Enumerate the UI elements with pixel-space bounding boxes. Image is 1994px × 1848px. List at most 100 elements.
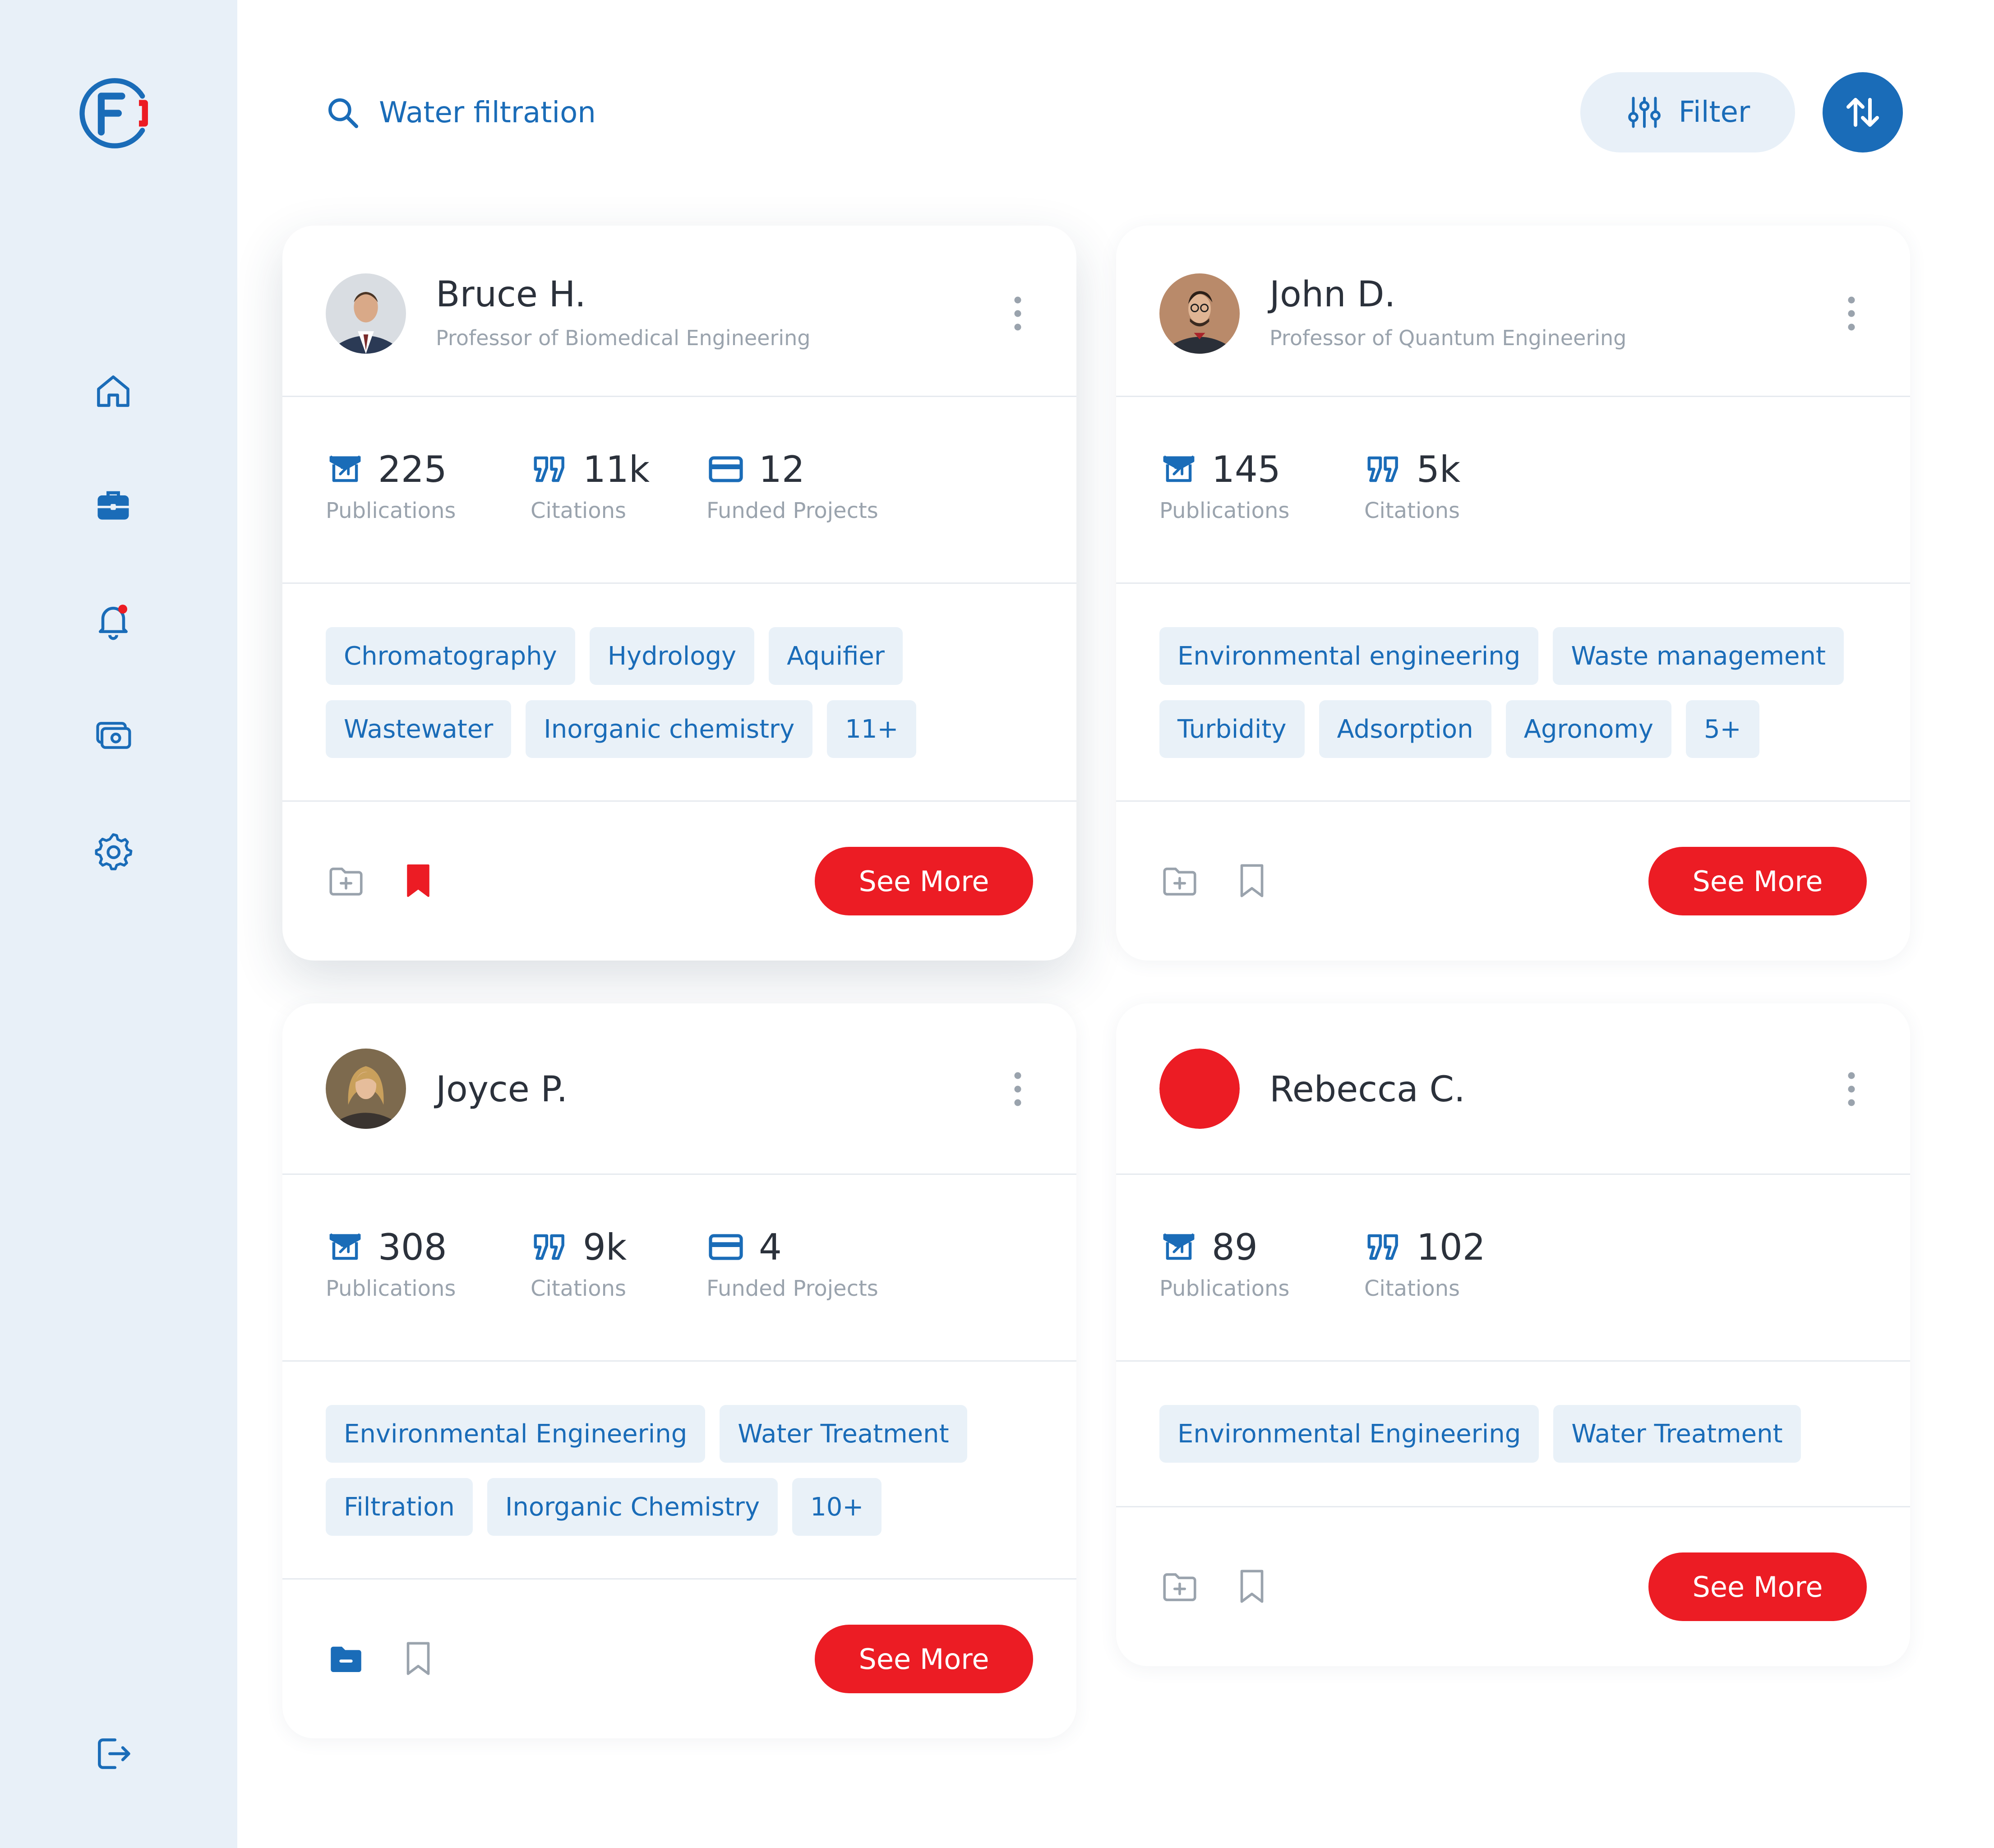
card-footer: See More xyxy=(1116,802,1910,961)
researcher-name: Rebecca C. xyxy=(1269,1069,1465,1110)
stat-label: Funded Projects xyxy=(706,498,878,523)
card-stats: 225 Publications 11k Citations 12 Funded… xyxy=(282,397,1076,584)
stat-label: Citations xyxy=(1364,1276,1460,1301)
nav-notifications[interactable] xyxy=(88,596,138,645)
researcher-card: Joyce P. 308 Publications 9k Citations 4… xyxy=(282,1003,1076,1738)
avatar-placeholder[interactable] xyxy=(1159,1049,1240,1129)
stat-citations: 5k Citations xyxy=(1364,447,1461,524)
stat-value: 12 xyxy=(759,448,805,490)
stat-value: 145 xyxy=(1212,448,1281,490)
tag-more[interactable]: 11+ xyxy=(827,700,917,758)
tag[interactable]: Filtration xyxy=(326,1478,473,1536)
researcher-card: Rebecca C. 89 Publications 102 Citations… xyxy=(1116,1003,1910,1666)
more-options-button[interactable] xyxy=(1842,1069,1860,1109)
stat-label: Publications xyxy=(1159,1276,1290,1301)
nav-home[interactable] xyxy=(88,367,138,416)
tag[interactable]: Environmental Engineering xyxy=(326,1405,706,1463)
see-more-button[interactable]: See More xyxy=(815,847,1033,915)
logout-button[interactable] xyxy=(88,1729,138,1779)
remove-from-folder-button[interactable] xyxy=(326,1638,366,1679)
money-icon xyxy=(96,722,131,749)
kebab-icon xyxy=(1014,1072,1021,1106)
quote-icon xyxy=(534,1234,564,1260)
bookmark-button[interactable] xyxy=(398,1638,438,1679)
tag[interactable]: Aquifier xyxy=(769,627,903,685)
tag[interactable]: Inorganic Chemistry xyxy=(487,1478,778,1536)
publication-icon xyxy=(1163,1233,1195,1260)
filter-button[interactable]: Filter xyxy=(1580,72,1795,152)
card-stats: 145 Publications 5k Citations xyxy=(1116,397,1910,584)
tag[interactable]: Water Treatment xyxy=(1553,1405,1801,1463)
card-footer: See More xyxy=(1116,1507,1910,1666)
researcher-title: Professor of Biomedical Engineering xyxy=(436,326,811,350)
nav-settings[interactable] xyxy=(88,826,138,875)
quote-icon xyxy=(534,456,564,482)
tag[interactable]: Chromatography xyxy=(326,627,575,685)
brand-logo[interactable] xyxy=(70,70,156,156)
tag[interactable]: Hydrology xyxy=(589,627,755,685)
see-more-button[interactable]: See More xyxy=(1648,847,1867,915)
tag-more[interactable]: 10+ xyxy=(792,1478,882,1536)
nav-briefcase[interactable] xyxy=(88,481,138,531)
stat-publications: 225 Publications xyxy=(326,447,456,524)
tag[interactable]: Environmental Engineering xyxy=(1159,1405,1539,1463)
bookmark-button[interactable] xyxy=(1232,1566,1272,1607)
search-input[interactable] xyxy=(379,96,731,129)
bookmark-button[interactable] xyxy=(398,860,438,901)
more-options-button[interactable] xyxy=(1009,1069,1027,1109)
add-to-folder-button[interactable] xyxy=(1159,860,1200,901)
kebab-icon xyxy=(1848,1072,1855,1106)
tag[interactable]: Waste management xyxy=(1553,627,1844,685)
researcher-name: John D. xyxy=(1269,274,1396,315)
stat-label: Citations xyxy=(531,1276,627,1301)
see-more-button[interactable]: See More xyxy=(1648,1552,1867,1621)
kebab-icon xyxy=(1848,296,1855,331)
tag[interactable]: Environmental engineering xyxy=(1159,627,1539,685)
tag-more[interactable]: 5+ xyxy=(1686,700,1759,758)
stat-value: 308 xyxy=(378,1226,447,1268)
avatar[interactable] xyxy=(326,1049,406,1129)
researcher-title: Professor of Quantum Engineering xyxy=(1269,326,1627,350)
tag[interactable]: Turbidity xyxy=(1159,700,1305,758)
kebab-icon xyxy=(1014,296,1021,331)
add-to-folder-button[interactable] xyxy=(326,860,366,901)
logout-icon xyxy=(98,1738,130,1769)
sort-button[interactable] xyxy=(1823,72,1903,152)
card-header: Bruce H. Professor of Biomedical Enginee… xyxy=(282,226,1076,397)
tag[interactable]: Adsorption xyxy=(1319,700,1491,758)
stat-value: 225 xyxy=(378,448,447,490)
stat-funded-projects: 12 Funded Projects xyxy=(706,447,878,524)
researcher-card: Bruce H. Professor of Biomedical Enginee… xyxy=(282,226,1076,961)
tag[interactable]: Wastewater xyxy=(326,700,512,758)
nav-funding[interactable] xyxy=(88,711,138,760)
tag[interactable]: Inorganic chemistry xyxy=(526,700,813,758)
bookmark-icon xyxy=(406,1642,430,1675)
stat-value: 5k xyxy=(1417,448,1461,490)
card-footer: See More xyxy=(282,1580,1076,1738)
stat-value: 11k xyxy=(583,448,650,490)
stat-citations: 11k Citations xyxy=(531,447,650,524)
search-bar xyxy=(325,86,731,140)
tag[interactable]: Water Treatment xyxy=(720,1405,967,1463)
see-more-button[interactable]: See More xyxy=(815,1625,1033,1693)
stat-label: Publications xyxy=(326,1276,456,1301)
publication-icon xyxy=(1163,455,1195,482)
card-header: Rebecca C. xyxy=(1116,1003,1910,1175)
card-stats: 89 Publications 102 Citations xyxy=(1116,1175,1910,1362)
quote-icon xyxy=(1367,1234,1398,1260)
folder-saved-icon xyxy=(331,1646,361,1672)
researcher-card: John D. Professor of Quantum Engineering… xyxy=(1116,226,1910,961)
add-to-folder-button[interactable] xyxy=(1159,1566,1200,1607)
more-options-button[interactable] xyxy=(1842,293,1860,334)
publication-icon xyxy=(329,455,361,482)
tag-list: Environmental engineering Waste manageme… xyxy=(1116,584,1910,802)
stat-funded-projects: 4 Funded Projects xyxy=(706,1224,878,1302)
avatar[interactable] xyxy=(1159,273,1240,354)
briefcase-icon xyxy=(97,491,129,520)
more-options-button[interactable] xyxy=(1009,293,1027,334)
tag-list: Chromatography Hydrology Aquifier Wastew… xyxy=(282,584,1076,802)
tag[interactable]: Agronomy xyxy=(1505,700,1672,758)
bookmark-button[interactable] xyxy=(1232,860,1272,901)
stat-label: Funded Projects xyxy=(706,1276,878,1301)
avatar[interactable] xyxy=(326,273,406,354)
